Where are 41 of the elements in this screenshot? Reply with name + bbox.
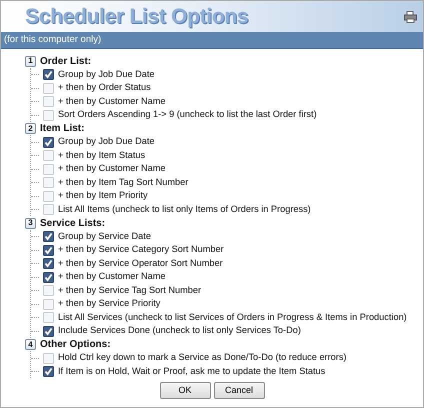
section-number: 2 [25, 123, 36, 134]
checkbox[interactable] [43, 136, 54, 148]
option-label: List All Items (uncheck to list only Items of Orders in Progress) [58, 202, 311, 216]
checkbox[interactable] [43, 244, 54, 256]
option-label: + then by Item Status [58, 148, 146, 162]
option-label: Sort Orders Ascending 1-> 9 (uncheck to list the last Order first) [58, 108, 317, 122]
cancel-button[interactable]: Cancel [214, 382, 264, 399]
checkbox[interactable] [43, 326, 54, 336]
option-label: Include Services Done (uncheck to list only Services To-Do) [58, 324, 301, 338]
option-label: Group by Job Due Date [58, 68, 155, 81]
option-label: + then by Customer Name [58, 94, 166, 108]
option-label: + then by Order Status [58, 81, 151, 94]
section-number: 4 [25, 339, 36, 350]
option-label: + then by Service Operator Sort Number [58, 256, 223, 270]
checkbox[interactable] [43, 272, 54, 282]
option-label: + then by Service Tag Sort Number [58, 284, 202, 297]
section-heading: Service Lists: [40, 216, 106, 230]
section-heading: Item List: [40, 122, 84, 136]
checkbox[interactable] [43, 258, 54, 269]
option-label: Group by Job Due Date [58, 135, 155, 148]
subtitle-bar: (for this computer only) [1, 32, 423, 50]
option-label: + then by Customer Name [58, 162, 166, 176]
printer-icon[interactable] [404, 10, 417, 22]
checkbox[interactable] [43, 69, 54, 80]
section-heading: Other Options: [40, 338, 111, 352]
option-label: + then by Item Priority [58, 189, 148, 202]
option-label: If Item is on Hold, Wait or Proof, ask me to update the Item Status [58, 364, 326, 378]
checkbox[interactable] [43, 366, 54, 377]
option-label: + then by Service Category Sort Number [58, 243, 224, 256]
dialog-title: Scheduler List Options [25, 6, 248, 27]
ok-button[interactable]: OK [160, 382, 210, 399]
option-label: + then by Service Priority [58, 297, 160, 310]
section-heading: Order List: [40, 54, 92, 68]
option-label: + then by Item Tag Sort Number [58, 176, 188, 189]
option-label: List All Services (uncheck to list Services of Orders in Progress & Items in Production) [58, 310, 407, 324]
checkbox[interactable] [43, 231, 54, 242]
option-label: Group by Service Date [58, 230, 151, 243]
option-label: Hold Ctrl key down to mark a Service as Done/To-Do (to reduce errors) [58, 351, 346, 364]
section-number: 3 [25, 218, 36, 228]
section-number: 1 [25, 56, 36, 66]
option-label: + then by Customer Name [58, 270, 166, 284]
